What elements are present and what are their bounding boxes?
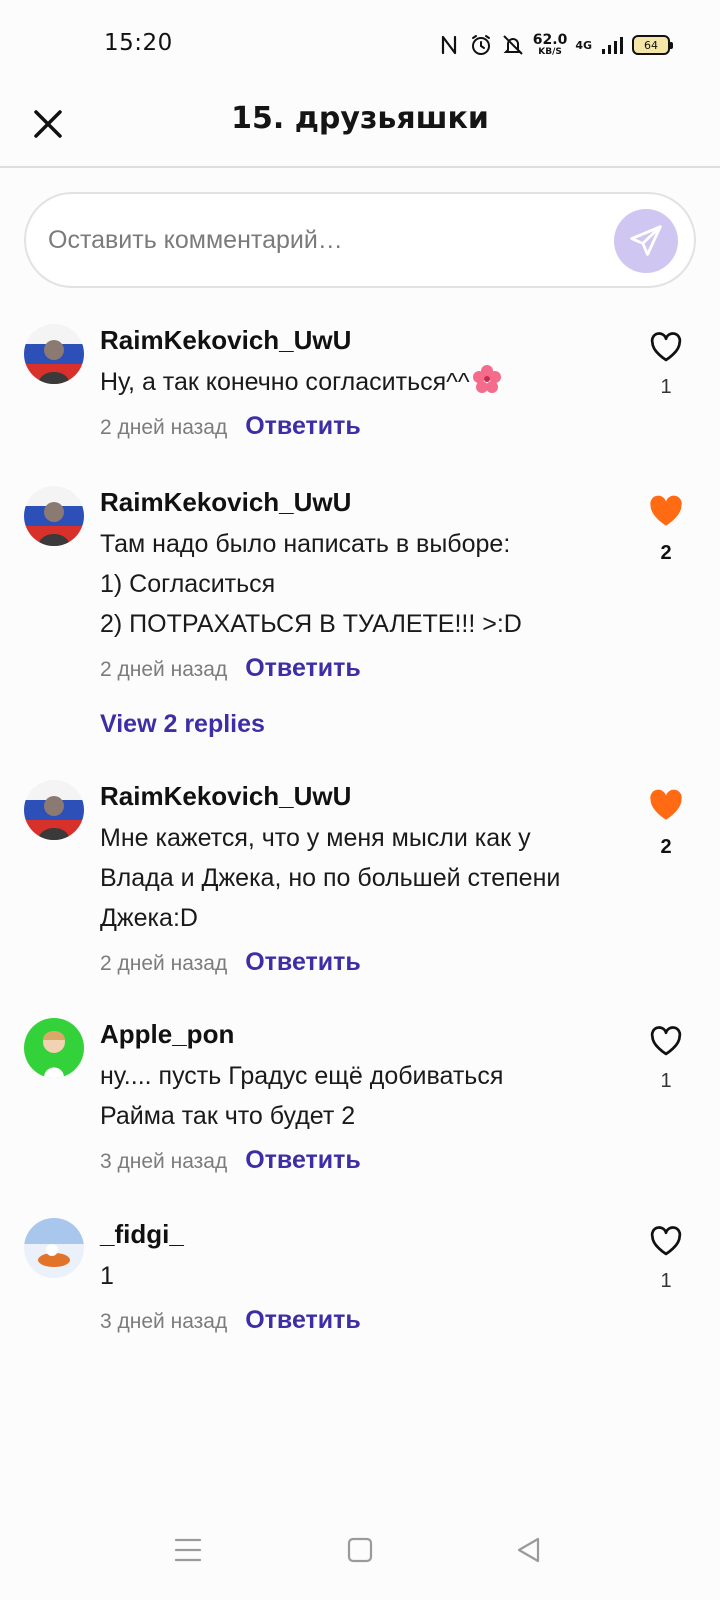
comment-input[interactable] bbox=[48, 212, 588, 268]
comment-item: _fidgi_ 1 3 дней назад Ответить 1 bbox=[0, 1218, 720, 1348]
comment-author[interactable]: _fidgi_ bbox=[100, 1218, 640, 1250]
header: 15. друзьяшки bbox=[0, 90, 720, 168]
like-button[interactable]: 1 bbox=[646, 1026, 686, 1093]
comment-line: 2) ПОТРАХАТЬСЯ В ТУАЛЕТЕ!!! >:D bbox=[100, 610, 522, 638]
menu-icon bbox=[174, 1538, 202, 1562]
status-bar: 15:20 62.0 KB/S 4G 64 bbox=[0, 0, 720, 90]
home-button[interactable] bbox=[340, 1530, 380, 1570]
avatar-image bbox=[24, 1218, 84, 1278]
like-button[interactable]: 2 bbox=[646, 494, 686, 565]
comment-line: ну.... пусть Градус ещё добиваться bbox=[100, 1062, 504, 1090]
comment-text: Мне кажется, что у меня мысли как у Влад… bbox=[100, 818, 640, 938]
comment-item: RaimKekovich_UwU Ну, а так конечно согла… bbox=[0, 324, 720, 464]
comment-time: 2 дней назад bbox=[100, 416, 228, 439]
comment-body: RaimKekovich_UwU Ну, а так конечно согла… bbox=[100, 324, 640, 446]
avatar-image bbox=[24, 1018, 84, 1078]
net-type: 4G bbox=[575, 38, 592, 52]
battery-icon: 64 bbox=[632, 35, 673, 55]
comment-text: 1 bbox=[100, 1256, 640, 1296]
avatar-image bbox=[24, 780, 84, 840]
comment-meta: 2 дней назад Ответить bbox=[100, 948, 640, 982]
comment-line: Джека:D bbox=[100, 904, 198, 932]
menu-button[interactable] bbox=[168, 1530, 208, 1570]
send-button[interactable] bbox=[614, 209, 678, 273]
comment-time: 3 дней назад bbox=[100, 1150, 228, 1173]
comment-body: RaimKekovich_UwU Там надо было написать … bbox=[100, 486, 640, 688]
comment-line: Там надо было написать в выборе: bbox=[100, 530, 511, 558]
comment-item: RaimKekovich_UwU Мне кажется, что у меня… bbox=[0, 780, 720, 980]
comment-time: 3 дней назад bbox=[100, 1310, 228, 1333]
avatar[interactable] bbox=[24, 1218, 84, 1278]
status-icons: 62.0 KB/S 4G 64 bbox=[437, 30, 673, 60]
comment-meta: 2 дней назад Ответить bbox=[100, 654, 640, 688]
comment-author[interactable]: RaimKekovich_UwU bbox=[100, 780, 640, 812]
avatar-image bbox=[24, 486, 84, 546]
avatar[interactable] bbox=[24, 1018, 84, 1078]
view-replies-link[interactable]: View 2 replies bbox=[100, 710, 265, 739]
net-speed-value: 62.0 bbox=[532, 32, 568, 48]
vibrate-icon bbox=[503, 35, 523, 55]
comment-body: RaimKekovich_UwU Мне кажется, что у меня… bbox=[100, 780, 640, 982]
comment-time: 2 дней назад bbox=[100, 952, 228, 975]
comment-meta: 2 дней назад Ответить bbox=[100, 412, 640, 446]
avatar[interactable] bbox=[24, 780, 84, 840]
like-count: 1 bbox=[660, 376, 672, 398]
avatar[interactable] bbox=[24, 324, 84, 384]
comment-author[interactable]: RaimKekovich_UwU bbox=[100, 324, 640, 356]
comment-author[interactable]: RaimKekovich_UwU bbox=[100, 486, 640, 518]
avatar-image bbox=[24, 324, 84, 384]
back-button[interactable] bbox=[508, 1530, 548, 1570]
reply-button[interactable]: Ответить bbox=[245, 1306, 361, 1335]
like-count: 1 bbox=[660, 1070, 672, 1092]
battery-level: 64 bbox=[644, 38, 658, 52]
comment-meta: 3 дней назад Ответить bbox=[100, 1146, 640, 1180]
net-speed-unit: KB/S bbox=[538, 47, 562, 57]
page-title: 15. друзьяшки bbox=[231, 101, 489, 136]
comment-item: Apple_pon ну.... пусть Градус ещё добива… bbox=[0, 1018, 720, 1178]
nfc-icon bbox=[441, 35, 456, 55]
send-icon bbox=[630, 225, 662, 256]
system-nav-bar bbox=[0, 1510, 720, 1600]
avatar[interactable] bbox=[24, 486, 84, 546]
comment-body: Apple_pon ну.... пусть Градус ещё добива… bbox=[100, 1018, 640, 1180]
comment-time: 2 дней назад bbox=[100, 658, 228, 681]
comment-text: Там надо было написать в выборе: 1) Согл… bbox=[100, 524, 640, 644]
flower-emoji bbox=[472, 365, 501, 393]
comment-body: _fidgi_ 1 3 дней назад Ответить bbox=[100, 1218, 640, 1340]
like-count: 2 bbox=[660, 836, 672, 858]
comment-text: Ну, а так конечно согласиться^^ bbox=[100, 362, 640, 402]
status-time: 15:20 bbox=[104, 30, 173, 56]
signal-icon bbox=[602, 37, 623, 54]
reply-button[interactable]: Ответить bbox=[245, 948, 361, 977]
alarm-icon bbox=[471, 35, 490, 55]
comment-line: Райма так что будет 2 bbox=[100, 1102, 356, 1130]
comment-line: 1) Согласиться bbox=[100, 570, 276, 598]
comment-author[interactable]: Apple_pon bbox=[100, 1018, 640, 1050]
heart-filled-icon bbox=[650, 495, 682, 526]
comment-line: Влада и Джека, но по большей степени bbox=[100, 864, 561, 892]
like-button[interactable]: 1 bbox=[646, 332, 686, 399]
comment-line: Ну, а так конечно согласиться^^ bbox=[100, 368, 470, 396]
reply-button[interactable]: Ответить bbox=[245, 412, 361, 441]
heart-outline-icon bbox=[650, 332, 682, 362]
heart-outline-icon bbox=[650, 1026, 682, 1056]
reply-button[interactable]: Ответить bbox=[245, 1146, 361, 1175]
comment-text: ну.... пусть Градус ещё добиваться Райма… bbox=[100, 1056, 640, 1136]
comment-item: RaimKekovich_UwU Там надо было написать … bbox=[0, 486, 720, 756]
network-speed: 62.0 KB/S bbox=[533, 33, 568, 57]
heart-filled-icon bbox=[650, 789, 682, 820]
comment-line: Мне кажется, что у меня мысли как у bbox=[100, 824, 531, 852]
back-icon bbox=[517, 1537, 540, 1563]
like-count: 1 bbox=[660, 1270, 672, 1292]
like-count: 2 bbox=[660, 542, 672, 564]
home-icon bbox=[347, 1537, 373, 1563]
comment-composer bbox=[24, 192, 696, 288]
reply-button[interactable]: Ответить bbox=[245, 654, 361, 683]
heart-outline-icon bbox=[650, 1226, 682, 1256]
comment-meta: 3 дней назад Ответить bbox=[100, 1306, 640, 1340]
comment-line: 1 bbox=[100, 1262, 114, 1290]
like-button[interactable]: 2 bbox=[646, 788, 686, 859]
like-button[interactable]: 1 bbox=[646, 1226, 686, 1293]
